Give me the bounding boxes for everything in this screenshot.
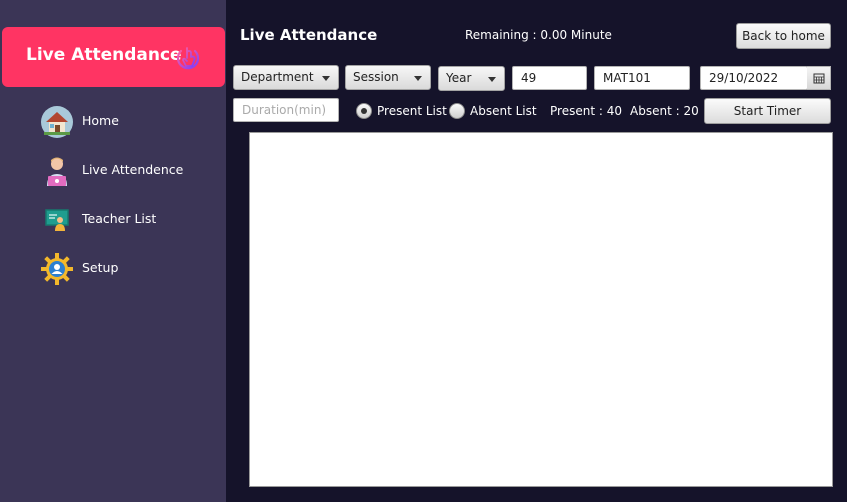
back-to-home-button[interactable]: Back to home [736, 23, 831, 49]
sidebar-item-live-attendence[interactable]: Live Attendence [40, 153, 220, 189]
gear-user-icon [40, 252, 74, 286]
absent-list-radio[interactable]: Absent List [449, 102, 537, 122]
present-count: Present : 40 [550, 104, 622, 118]
year-select[interactable]: Year [438, 66, 505, 91]
remaining-time: Remaining : 0.00 Minute [465, 28, 612, 42]
sidebar-item-home[interactable]: Home [40, 104, 220, 140]
radio-selected-icon [356, 103, 372, 119]
chevron-down-icon [322, 76, 330, 81]
course-field[interactable]: MAT101 [594, 66, 690, 90]
calendar-button[interactable] [807, 66, 831, 90]
sidebar-item-label: Setup [82, 260, 119, 275]
teacher-board-icon [40, 203, 74, 237]
page-title: Live Attendance [240, 26, 378, 44]
year-value: Year [446, 71, 472, 85]
sidebar-item-teacher-list[interactable]: Teacher List [40, 202, 220, 238]
calendar-icon [813, 73, 825, 84]
sidebar-item-setup[interactable]: Setup [40, 251, 220, 287]
date-field[interactable]: 29/10/2022 [700, 66, 808, 90]
brand-title: Live Attendance [26, 45, 182, 65]
present-list-label: Present List [377, 104, 447, 118]
session-value: Session [353, 70, 399, 84]
power-touch-icon [172, 42, 204, 74]
back-to-home-label: Back to home [742, 29, 825, 43]
absent-count: Absent : 20 [630, 104, 699, 118]
department-value: Department [241, 70, 314, 84]
department-select[interactable]: Department [233, 65, 339, 90]
chevron-down-icon [488, 77, 496, 82]
session-select[interactable]: Session [345, 65, 431, 90]
home-icon [40, 105, 74, 139]
sidebar-item-label: Live Attendence [82, 162, 184, 177]
number-field[interactable]: 49 [512, 66, 587, 90]
start-timer-button[interactable]: Start Timer [704, 98, 831, 124]
sidebar: Live Attendance Home Live Attendence Tea… [0, 0, 226, 502]
duration-field[interactable]: Duration(min) [233, 98, 339, 122]
present-list-radio[interactable]: Present List [356, 102, 447, 122]
teacher-laptop-icon [40, 154, 74, 188]
absent-list-label: Absent List [470, 104, 537, 118]
attendance-list[interactable] [249, 132, 833, 487]
sidebar-item-label: Home [82, 113, 119, 128]
app-window: Live Attendance Home Live Attendence Tea… [0, 0, 847, 502]
brand-header: Live Attendance [2, 27, 225, 87]
chevron-down-icon [414, 76, 422, 81]
radio-unselected-icon [449, 103, 465, 119]
start-timer-label: Start Timer [733, 104, 802, 118]
sidebar-item-label: Teacher List [82, 211, 157, 226]
